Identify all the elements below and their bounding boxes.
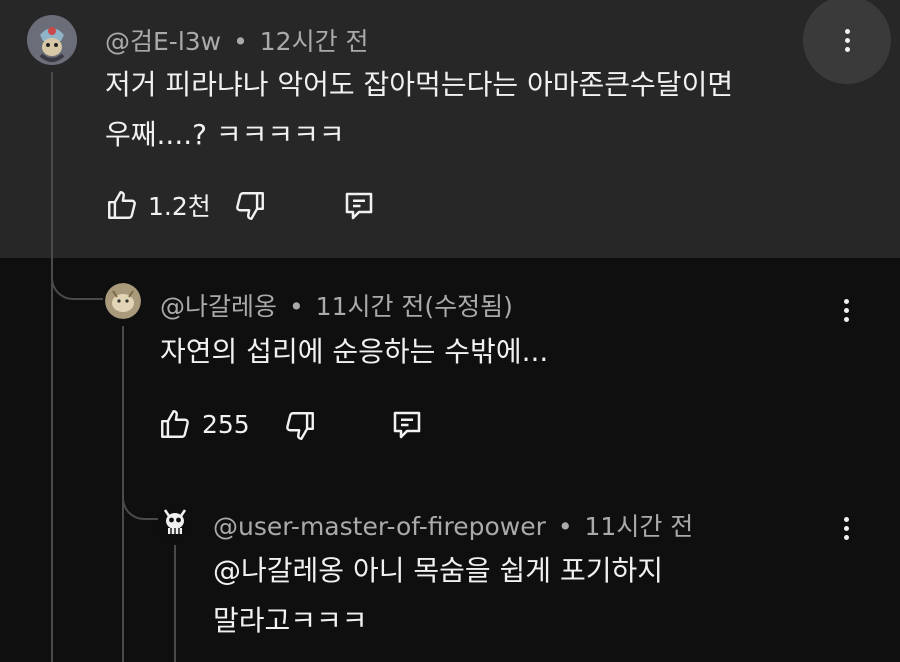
meta-separator: • [233,27,248,56]
comment-meta: @나갈레옹 • 11시간 전(수정됨) [160,287,513,323]
like-count: 255 [202,409,250,439]
reply-button[interactable] [341,188,377,224]
comment-line: 우째....? ㅋㅋㅋㅋㅋ [105,118,345,151]
comment-text: @나갈레옹 아니 목숨을 쉽게 포기하지 말라고ㅋㅋㅋ [213,546,663,646]
thread-connector-reply-1 [51,258,103,300]
meta-separator: • [557,512,573,541]
comment-line: 저거 피라냐나 악어도 잡아먹는다는 아마존큰수달이면 [105,68,734,101]
comment-menu-button[interactable] [803,0,891,84]
avatar[interactable] [105,283,141,319]
comment-text: 자연의 섭리에 순응하는 수밖에... [160,327,548,377]
comment-line: @나갈레옹 아니 목숨을 쉽게 포기하지 [213,554,664,587]
more-vertical-icon [843,298,849,322]
comment-time: 11시간 전 [584,512,694,541]
thread-line-main [51,72,53,662]
avatar[interactable] [158,504,192,538]
comment-meta: @user-master-of-firepower • 11시간 전 [213,507,693,543]
comment-icon [393,411,421,439]
comment-meta: @검E-l3w • 12시간 전 [105,22,369,58]
author-name[interactable]: @user-master-of-firepower [213,512,546,541]
comment-icon [345,192,373,220]
like-count: 1.2천 [148,192,211,221]
comment-menu-button[interactable] [823,505,869,551]
like-button[interactable]: 1.2천 [105,187,211,223]
comment-time: 11시간 전(수정됨) [315,292,513,321]
more-vertical-icon [843,516,849,540]
meta-separator: • [288,292,304,321]
dislike-button[interactable] [283,409,317,443]
comment-time: 12시간 전 [259,27,369,56]
dislike-button[interactable] [233,189,267,223]
thread-line-nested [174,545,176,662]
thumbs-down-icon [286,412,314,440]
like-button[interactable]: 255 [158,407,250,441]
thumbs-down-icon [236,192,264,220]
more-vertical-icon [844,28,850,52]
thumbs-up-icon [108,191,136,219]
thumbs-up-icon [161,410,189,438]
reply-button[interactable] [389,407,425,443]
author-name[interactable]: @검E-l3w [105,27,221,56]
comment-line: 말라고ㅋㅋㅋ [213,604,368,637]
avatar[interactable] [27,15,77,65]
comment-text: 저거 피라냐나 악어도 잡아먹는다는 아마존큰수달이면 우째....? ㅋㅋㅋㅋ… [105,60,733,160]
author-name[interactable]: @나갈레옹 [160,292,277,321]
comment-line: 자연의 섭리에 순응하는 수밖에... [160,335,549,368]
thread-connector-reply-2 [122,480,158,520]
comment-menu-button[interactable] [823,287,869,333]
